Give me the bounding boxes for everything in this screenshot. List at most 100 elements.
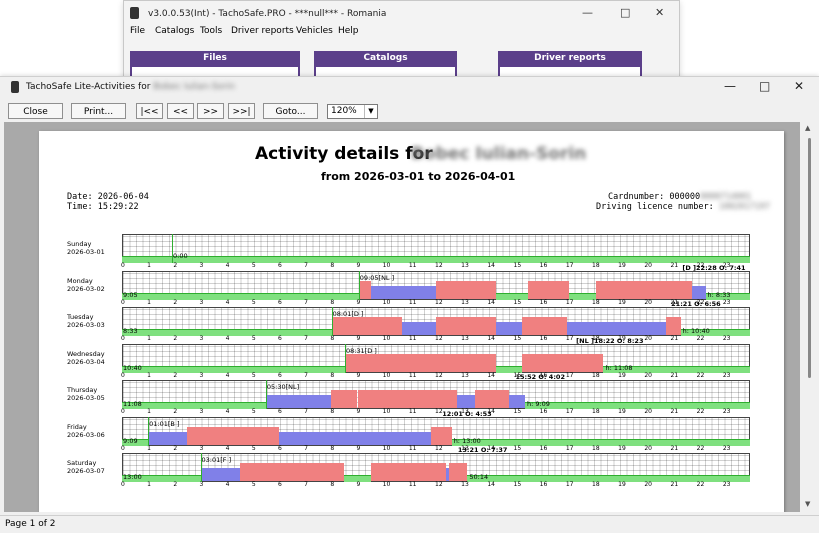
menu-driver-reports[interactable]: Driver reports <box>231 26 294 36</box>
day-date: 2026-03-04 <box>67 357 105 366</box>
hour-tick-label: 14 <box>487 298 495 306</box>
hour-tick-label: 6 <box>278 371 282 379</box>
hour-tick-label: 12 <box>435 335 443 342</box>
tachosafe-lite-icon <box>11 81 19 93</box>
hour-tick-label: 10 <box>382 408 391 415</box>
zoom-select[interactable]: 120% ▼ <box>327 104 378 119</box>
drive-segment <box>666 317 681 335</box>
hour-tick-label: 7 <box>304 371 308 379</box>
hour-tick-label: 1 <box>147 444 151 452</box>
cardnumber-value: 0000714001 <box>700 192 752 202</box>
first-page-button[interactable]: |<< <box>136 103 163 119</box>
minimize-icon[interactable]: — <box>582 6 593 19</box>
catalogs-panel-header[interactable]: Catalogs <box>314 51 457 65</box>
hour-tick-label: 3 <box>199 408 204 415</box>
hour-tick-label: 21 <box>670 481 679 488</box>
hour-tick-label: 3 <box>199 262 204 269</box>
hour-tick-label: 20 <box>644 371 652 379</box>
menu-help[interactable]: Help <box>338 26 359 36</box>
scrollbar-thumb[interactable] <box>808 138 811 378</box>
work-segment <box>692 285 706 299</box>
last-page-button[interactable]: >>| <box>228 103 255 119</box>
close-icon[interactable]: ✕ <box>655 6 664 19</box>
maximize-icon[interactable]: □ <box>620 6 630 19</box>
rest-segment <box>451 438 750 446</box>
hour-tick-label: 22 <box>696 371 705 379</box>
rest-end-total: h: 10:40 <box>682 327 710 335</box>
page-indicator: Page 1 of 2 <box>5 519 56 529</box>
hour-tick-label: 13 <box>461 298 469 306</box>
hour-tick-label: 8 <box>330 444 335 452</box>
chevron-down-icon[interactable]: ▼ <box>364 105 377 118</box>
day-activity-strip: 0 1 2 3 4 5 6 7 8 9 10 11 12 13 14 15 16 17 18 19 20 21 22 23 08… <box>121 300 750 342</box>
main-app-window: v3.0.0.53(Int) - TachoSafe.PRO - ***null… <box>123 0 680 79</box>
rest-segment <box>122 365 345 373</box>
hour-tick-label: 3 <box>199 481 204 488</box>
day-activity-strip: 0 1 2 3 4 5 6 7 8 9 10 11 12 13 14 15 16 17 18 19 20 21 22 23 05… <box>121 373 750 415</box>
hour-tick-label: 7 <box>304 444 308 452</box>
hour-tick-label: 11 <box>408 408 417 415</box>
report-page: Activity details for Bobec Iulian-Sorin … <box>39 131 784 512</box>
hour-tick-label: 6 <box>278 298 282 306</box>
day-label: Saturday 2026-03-07 <box>67 459 105 475</box>
cardnumber-label: Cardnumber: 000000 <box>608 192 701 202</box>
maximize-icon[interactable]: □ <box>759 79 770 93</box>
drive-segment <box>522 353 604 372</box>
hour-tick-label: 12 <box>435 371 443 379</box>
scroll-up-icon[interactable]: ▲ <box>805 124 810 132</box>
hour-tick-label: 15 <box>513 481 522 488</box>
hour-tick-label: 19 <box>618 481 626 488</box>
rest-end-total: h: 9:09 <box>526 400 550 408</box>
start-marker <box>148 416 150 446</box>
rest-start-total: 9:05 <box>123 290 138 299</box>
drive-segment <box>430 426 452 445</box>
hour-tick-label: 2 <box>173 371 178 379</box>
day-date: 2026-03-06 <box>67 430 105 439</box>
window-title-prefix: TachoSafe Lite-Activities for <box>26 82 151 92</box>
hour-tick-label: 17 <box>565 371 574 379</box>
close-icon[interactable]: ✕ <box>794 79 804 93</box>
hour-tick-label: 0 <box>121 408 125 415</box>
hour-tick-label: 15 <box>513 335 522 342</box>
driver-reports-panel-header[interactable]: Driver reports <box>498 51 642 65</box>
scroll-down-icon[interactable]: ▼ <box>805 500 810 508</box>
menu-catalogs[interactable]: Catalogs <box>155 26 194 36</box>
hour-tick-label: 19 <box>618 371 626 379</box>
hour-tick-label: 11 <box>408 335 417 342</box>
hour-tick-label: 19 <box>618 298 626 306</box>
hour-tick-label: 18 <box>592 298 600 306</box>
hour-tick-label: 23 <box>722 335 731 342</box>
hour-tick-label: 9 <box>356 298 361 306</box>
hour-tick-label: 4 <box>225 335 230 342</box>
menu-tools[interactable]: Tools <box>200 26 222 36</box>
goto-button[interactable]: Goto... <box>263 103 318 119</box>
hour-tick-label: 5 <box>251 298 256 306</box>
work-segment <box>200 468 240 481</box>
hour-tick-label: 18 <box>592 371 600 379</box>
print-button[interactable]: Print... <box>71 103 126 119</box>
hour-tick-label: 20 <box>644 262 652 269</box>
menu-file[interactable]: File <box>130 26 145 36</box>
hour-tick-label: 3 <box>199 444 204 452</box>
hour-tick-label: 18 <box>592 444 600 452</box>
next-page-button[interactable]: >> <box>197 103 224 119</box>
end-annotation: 15:52 O: 4:02 <box>515 373 565 381</box>
menu-vehicles[interactable]: Vehicles <box>296 26 333 36</box>
work-segment <box>370 285 397 299</box>
hour-tick-label: 11 <box>408 444 417 452</box>
hour-tick-label: 4 <box>225 481 230 488</box>
hour-tick-label: 10 <box>382 262 391 269</box>
day-activity-strip: 0 1 2 3 4 5 6 7 8 9 10 11 12 13 14 15 16 17 18 19 20 21 22 23 0:… <box>121 234 750 269</box>
vertical-scrollbar[interactable]: ▲ ▼ <box>802 122 816 512</box>
hour-tick-label: 0 <box>121 444 125 452</box>
hour-tick-label: 7 <box>304 262 308 269</box>
day-activity-strip: 0 1 2 3 4 5 6 7 8 9 10 11 12 13 14 15 16 17 18 19 20 21 22 23 01… <box>121 410 750 452</box>
files-panel-header[interactable]: Files <box>130 51 300 65</box>
hour-tick-label: 2 <box>173 481 178 488</box>
prev-page-button[interactable]: << <box>167 103 194 119</box>
close-button[interactable]: Close <box>8 103 63 119</box>
status-bar: Page 1 of 2 <box>0 515 819 533</box>
day-label: Thursday 2026-03-05 <box>67 386 105 402</box>
minimize-icon[interactable]: — <box>724 79 736 93</box>
hour-tick-label: 8 <box>330 371 335 379</box>
